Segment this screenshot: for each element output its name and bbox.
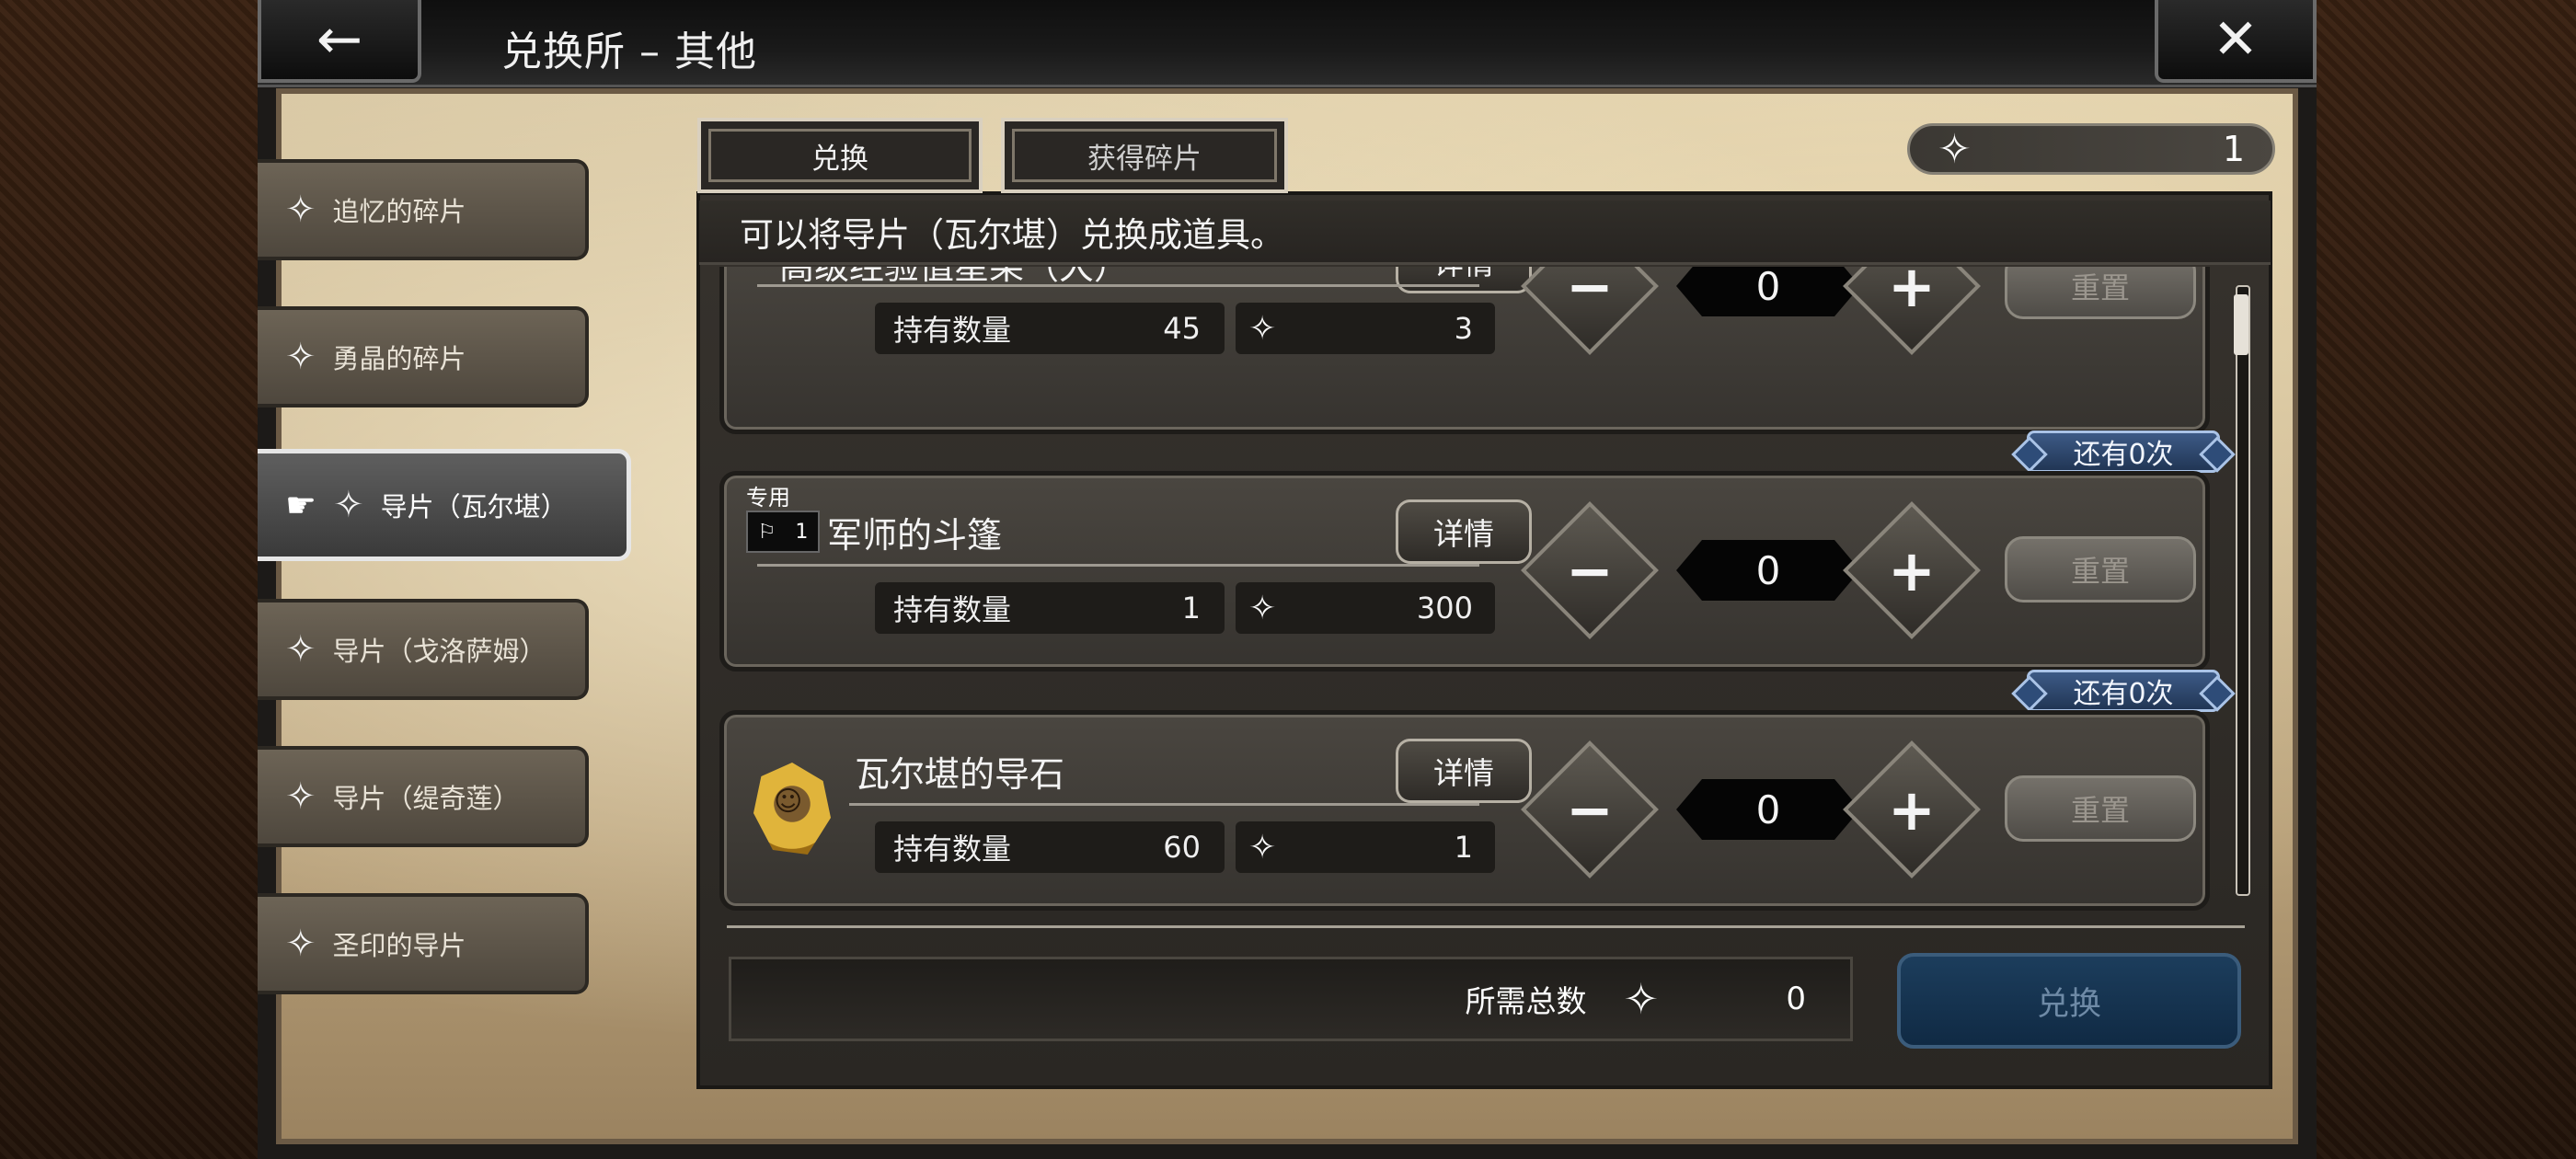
shard-currency-icon: ✧: [1248, 828, 1277, 866]
held-count: 持有数量 1: [875, 582, 1225, 634]
shard-currency-icon: ✧: [1248, 309, 1277, 348]
cost-value: 300: [1416, 591, 1473, 625]
held-value: 60: [1163, 830, 1201, 865]
divider: [849, 803, 1479, 806]
close-x-icon: ✕: [2212, 7, 2260, 72]
cost-box: ✧ 1: [1236, 821, 1495, 873]
reset-button[interactable]: 重置: [2005, 267, 2196, 319]
reset-button[interactable]: 重置: [2005, 775, 2196, 842]
detail-button[interactable]: 详情: [1396, 499, 1532, 564]
plus-icon: +: [1888, 267, 1936, 320]
unit-count-box: ⚐ 1: [746, 511, 820, 553]
tab-label: 获得碎片: [1012, 129, 1277, 182]
close-button[interactable]: ✕: [2155, 0, 2317, 83]
sidebar-item-label: 圣印的导片: [332, 930, 466, 961]
item-name: 瓦尔堪的导石: [855, 754, 1065, 795]
scrollbar-thumb[interactable]: [2234, 294, 2248, 355]
sidebar-item-label: 导片（缇奇莲）: [332, 783, 520, 814]
page-title: 兑换所 – 其他: [501, 29, 757, 75]
sidebar-item-label: 导片（瓦尔堪）: [380, 491, 568, 522]
list-item: 高级经验值星果（大） 详情 持有数量 45 ✧ 3 − 0 + 重置: [719, 267, 2210, 434]
sidebar-item-seal-guide[interactable]: ✧ 圣印的导片: [258, 893, 589, 994]
cost-box: ✧ 3: [1236, 303, 1495, 354]
back-button[interactable]: ←: [258, 0, 421, 83]
quantity-value: 0: [1676, 540, 1860, 601]
detail-button[interactable]: 详情: [1396, 267, 1532, 293]
total-cost-bar: 所需总数 ✧ 0: [729, 957, 1853, 1041]
quantity-value: 0: [1676, 267, 1860, 316]
minus-button[interactable]: −: [1521, 267, 1659, 355]
cost-value: 1: [1454, 830, 1473, 865]
arrow-left-icon: ←: [316, 7, 363, 72]
currency-display: ✧ 1: [1907, 123, 2275, 175]
shard-currency-icon: ✧: [1938, 125, 1972, 173]
sidebar-item-memory-shards[interactable]: ✧ 追忆的碎片: [258, 159, 589, 260]
remaining-limit-badge: 还有0次: [2027, 670, 2220, 712]
guide-stone-icon: ☺: [753, 763, 831, 855]
diamond-icon: ✧: [285, 189, 316, 231]
held-label: 持有数量: [893, 592, 1012, 627]
sidebar-item-label: 勇晶的碎片: [332, 343, 466, 374]
sidebar-item-label: 追忆的碎片: [332, 196, 466, 227]
divider: [757, 284, 1479, 287]
total-label: 所需总数: [1465, 983, 1587, 1019]
minus-icon: −: [1566, 536, 1614, 604]
divider: [757, 564, 1479, 567]
cost-value: 3: [1454, 311, 1473, 346]
sidebar-item-guide-vulcan[interactable]: ☛ ✧ 导片（瓦尔堪）: [258, 449, 631, 561]
held-count: 持有数量 60: [875, 821, 1225, 873]
detail-button[interactable]: 详情: [1396, 739, 1532, 803]
tab-label: 兑换: [708, 129, 972, 182]
remaining-limit-badge: 还有0次: [2027, 430, 2220, 473]
sidebar-item-crystal-shards[interactable]: ✧ 勇晶的碎片: [258, 306, 589, 407]
currency-amount: 1: [2222, 129, 2245, 169]
plus-button[interactable]: +: [1843, 267, 1981, 355]
plus-button[interactable]: +: [1843, 501, 1981, 639]
diamond-icon: ✧: [285, 336, 316, 378]
total-value: 0: [1786, 981, 1806, 1017]
sidebar-item-guide-tikilian[interactable]: ✧ 导片（缇奇莲）: [258, 746, 589, 847]
minus-button[interactable]: −: [1521, 740, 1659, 878]
exclusive-tag: 专用: [746, 485, 790, 511]
held-count: 持有数量 45: [875, 303, 1225, 354]
sidebar-item-label: 导片（戈洛萨姆）: [332, 636, 546, 667]
tab-get-shards[interactable]: 获得碎片: [1001, 118, 1288, 193]
unit-count: 1: [795, 520, 809, 544]
sidebar-item-guide-golossam[interactable]: ✧ 导片（戈洛萨姆）: [258, 599, 589, 700]
held-value: 1: [1181, 591, 1201, 625]
pointing-hand-icon: ☛: [285, 485, 317, 525]
shard-currency-icon: ✧: [1623, 974, 1659, 1024]
cost-box: ✧ 300: [1236, 582, 1495, 634]
list-item: ☺ 瓦尔堪的导石 详情 持有数量 60 ✧ 1 − 0 + 重置: [719, 710, 2210, 911]
reset-button[interactable]: 重置: [2005, 536, 2196, 602]
diamond-icon: ✧: [285, 628, 316, 671]
diamond-icon: ✧: [285, 923, 316, 965]
held-label: 持有数量: [893, 832, 1012, 866]
plus-icon: +: [1888, 536, 1936, 604]
diamond-icon: ✧: [333, 484, 364, 526]
minus-icon: −: [1566, 775, 1614, 843]
right-border-decoration: [2317, 0, 2576, 1159]
item-name: 军师的斗篷: [827, 515, 1003, 556]
shard-currency-icon: ✧: [1248, 589, 1277, 627]
description-banner: 可以将导片（瓦尔堪）兑换成道具。: [699, 201, 2271, 265]
held-value: 45: [1163, 311, 1201, 346]
minus-button[interactable]: −: [1521, 501, 1659, 639]
held-label: 持有数量: [893, 313, 1012, 348]
item-list[interactable]: 高级经验值星果（大） 详情 持有数量 45 ✧ 3 − 0 + 重置 还有0次 …: [699, 267, 2245, 911]
plus-button[interactable]: +: [1843, 740, 1981, 878]
diamond-icon: ✧: [285, 775, 316, 818]
footer-divider: [727, 925, 2245, 928]
left-border-decoration: [0, 0, 258, 1159]
minus-icon: −: [1566, 267, 1614, 320]
plus-icon: +: [1888, 775, 1936, 843]
tab-exchange[interactable]: 兑换: [697, 118, 983, 193]
quantity-value: 0: [1676, 779, 1860, 840]
exchange-button[interactable]: 兑换: [1897, 953, 2241, 1049]
list-item: 专用 ⚐ 1 军师的斗篷 详情 持有数量 1 ✧ 300 − 0 + 重置: [719, 471, 2210, 671]
character-icon: ⚐: [757, 520, 776, 544]
scrollbar-track[interactable]: [2236, 285, 2250, 896]
